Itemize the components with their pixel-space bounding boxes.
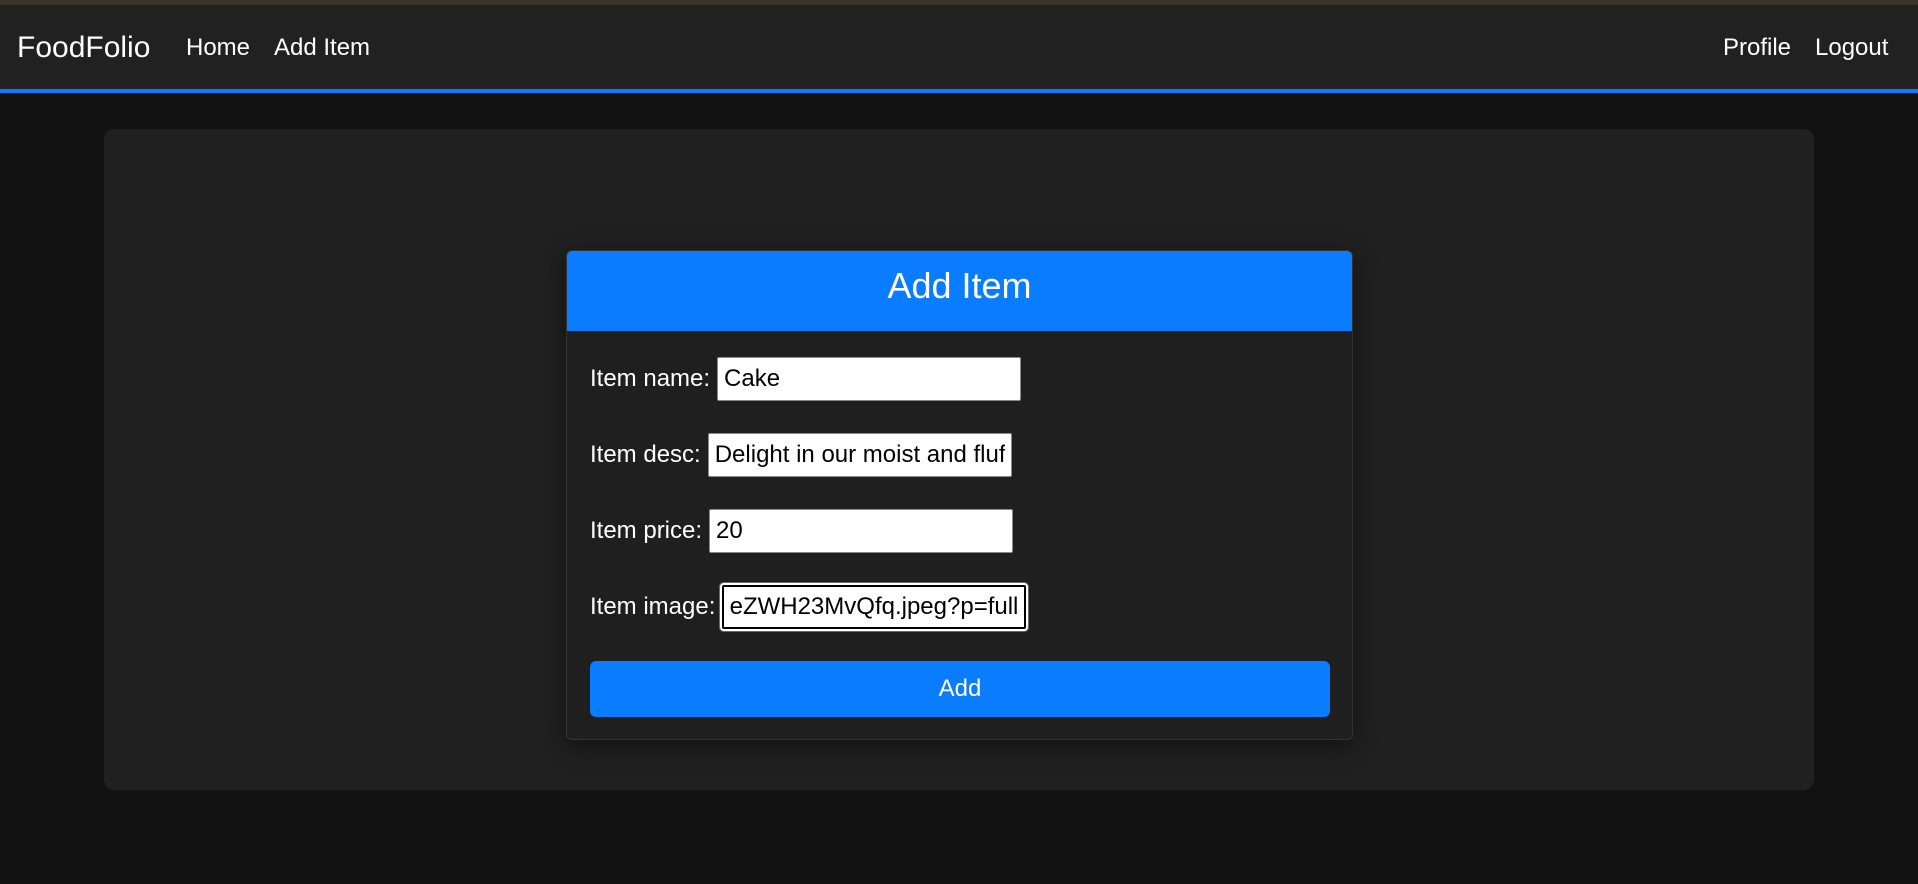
navbar: FoodFolio Home Add Item Profile Logout <box>0 5 1918 93</box>
brand-logo[interactable]: FoodFolio <box>17 30 150 66</box>
item-price-label: Item price: <box>590 517 703 544</box>
item-name-input[interactable] <box>717 357 1022 401</box>
item-desc-input[interactable] <box>707 433 1012 477</box>
item-desc-row: Item desc: <box>590 432 1012 478</box>
item-price-input[interactable] <box>709 509 1014 553</box>
card-header: Add Item <box>567 251 1352 331</box>
item-name-row: Item name: <box>590 356 1022 402</box>
card-title: Add Item <box>887 265 1032 306</box>
item-image-label: Item image: <box>590 593 716 620</box>
item-desc-label: Item desc: <box>590 441 701 468</box>
nav-add-item-link[interactable]: Add Item <box>274 34 370 62</box>
item-image-input[interactable] <box>722 585 1027 629</box>
item-name-label: Item name: <box>590 365 711 392</box>
add-button[interactable]: Add <box>590 661 1330 717</box>
nav-profile-link[interactable]: Profile <box>1723 34 1791 62</box>
item-price-row: Item price: <box>590 508 1014 554</box>
item-image-row: Item image: <box>590 584 1027 630</box>
nav-home-link[interactable]: Home <box>186 34 250 62</box>
add-item-card: Add Item Item name: Item desc: Item pric… <box>566 250 1353 740</box>
nav-logout-link[interactable]: Logout <box>1815 34 1888 62</box>
